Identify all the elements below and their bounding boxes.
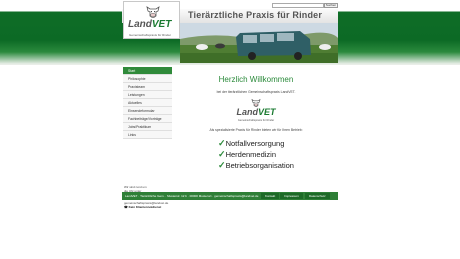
services-intro: Als spezialisierte Praxis für Rinder bie… bbox=[209, 128, 303, 132]
sidebar-item-aktuelles[interactable]: Aktuelles bbox=[123, 99, 172, 107]
intro-text: bei der tierärztlichen Gemeinschaftsprax… bbox=[216, 90, 296, 94]
checkmark-icon: ✓ bbox=[218, 138, 226, 148]
page-title: Herzlich Willkommen bbox=[218, 75, 294, 84]
sidebar-item-philosophie[interactable]: Philosophie bbox=[123, 75, 172, 83]
content-logo-wordmark: LandVET bbox=[236, 107, 276, 117]
footer-link-datenschutz[interactable]: Datenschutz bbox=[305, 193, 330, 199]
page-container: Suchen Tierärztliche Praxis für Rinder L… bbox=[122, 0, 338, 259]
logo-wordmark: LandVET bbox=[128, 19, 172, 30]
logo-subline: Gemeinschaftspraxis für Rinder bbox=[129, 33, 172, 37]
footer-address: LandVET · Tierärztliche Gem. · Musterstr… bbox=[125, 194, 259, 198]
sidebar-item-start[interactable]: Start bbox=[123, 67, 172, 75]
list-item: ✓Notfallversorgung bbox=[218, 138, 285, 148]
emergency-notice: ☎ Kein Klientennotdienst bbox=[124, 205, 162, 209]
sidebar-item-einsendeformular[interactable]: Einsendeformular bbox=[123, 107, 172, 115]
sidebar-item-leistungen[interactable]: Leistungen bbox=[123, 91, 172, 99]
list-item: ✓Herdenmedizin bbox=[218, 149, 277, 159]
checkmark-icon: ✓ bbox=[218, 149, 226, 159]
content-logo-subline: Gemeinschaftspraxis für Rinder bbox=[237, 119, 275, 122]
hero-image bbox=[180, 23, 338, 63]
footer: LandVET · Tierärztliche Gem. · Musterstr… bbox=[122, 192, 338, 200]
cow-head-icon bbox=[146, 6, 160, 18]
services-list: ✓Notfallversorgung ✓Herdenmedizin ✓Betri… bbox=[218, 138, 294, 171]
checkmark-icon: ✓ bbox=[218, 160, 226, 170]
hero-scene bbox=[180, 23, 338, 63]
footer-link-impressum[interactable]: Impressum bbox=[280, 193, 303, 199]
footer-link-kontakt[interactable]: Kontakt bbox=[261, 193, 280, 199]
sidebar-item-praxisteam[interactable]: Praxisteam bbox=[123, 83, 172, 91]
sidebar-item-links[interactable]: Links bbox=[123, 131, 172, 139]
search-button[interactable]: Suchen bbox=[324, 3, 338, 8]
sidebar-item-fachbeitraege[interactable]: Fachbeiträge/Vorträge bbox=[123, 115, 172, 123]
content-logo: LandVET Gemeinschaftspraxis für Rinder bbox=[234, 97, 278, 125]
sidebar-nav: Start Philosophie Praxisteam Leistungen … bbox=[123, 67, 172, 209]
site-logo[interactable]: LandVET Gemeinschaftspraxis für Rinder bbox=[123, 1, 180, 39]
search-input[interactable] bbox=[272, 3, 324, 8]
sidebar-item-jobs[interactable]: Jobs/Praktikum bbox=[123, 123, 172, 131]
main-content: Herzlich Willkommen bei der tierärztlich… bbox=[174, 75, 338, 173]
list-item: ✓Betriebsorganisation bbox=[218, 160, 294, 170]
site-title: Tierärztliche Praxis für Rinder bbox=[188, 10, 323, 20]
